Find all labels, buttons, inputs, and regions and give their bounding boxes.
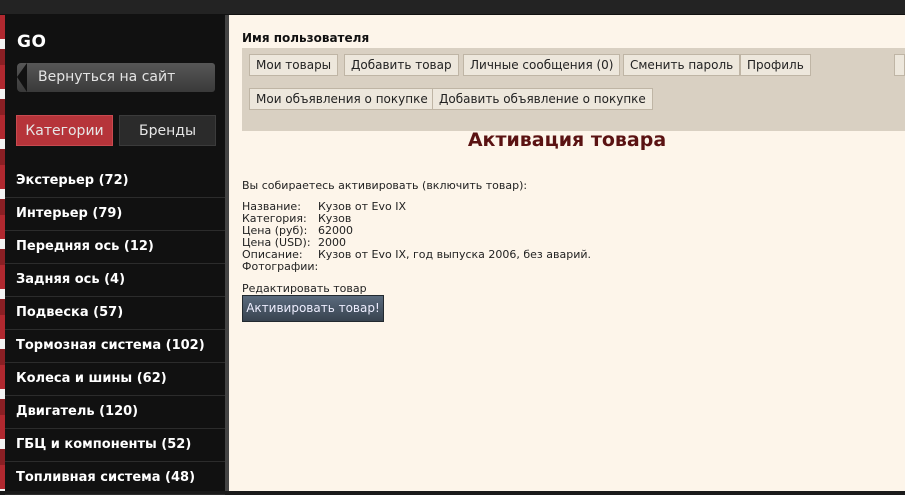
- category-item-cylinder-head[interactable]: ГБЦ и компоненты (52): [5, 429, 225, 462]
- category-item-brakes[interactable]: Тормозная система (102): [5, 330, 225, 363]
- category-item-interior[interactable]: Интерьер (79): [5, 198, 225, 231]
- category-item-front-axle[interactable]: Передняя ось (12): [5, 231, 225, 264]
- tab-categories[interactable]: Категории: [16, 115, 113, 146]
- category-item-engine[interactable]: Двигатель (120): [5, 396, 225, 429]
- field-photos-label: Фотографии:: [242, 260, 319, 273]
- site-logo: GO: [17, 32, 47, 52]
- user-menu: Мои товары Добавить товар Личные сообщен…: [242, 48, 905, 131]
- main-content: Имя пользователя Мои товары Добавить тов…: [229, 15, 905, 491]
- field-description-value: Кузов от Evo IX, год выпуска 2006, без а…: [318, 248, 592, 261]
- back-arrow-icon: [17, 63, 27, 92]
- edit-product-link[interactable]: Редактировать товар: [242, 282, 367, 295]
- back-to-site-button[interactable]: Вернуться на сайт: [17, 63, 215, 92]
- field-photos: Фотографии:: [242, 261, 318, 273]
- category-item-exterior[interactable]: Экстерьер (72): [5, 165, 225, 198]
- add-product-button[interactable]: Добавить товар: [344, 54, 459, 76]
- my-purchase-ads-button[interactable]: Мои объявления о покупке: [249, 88, 435, 110]
- user-title: Имя пользователя: [242, 31, 370, 45]
- top-bar: [0, 0, 905, 15]
- private-messages-button[interactable]: Личные сообщения (0): [463, 54, 621, 76]
- sidebar: GO Вернуться на сайт Категории Бренды Эк…: [5, 15, 225, 495]
- intro-text: Вы собираетесь активировать (включить то…: [242, 179, 528, 192]
- activate-product-button[interactable]: Активировать товар!: [242, 295, 384, 322]
- category-item-rear-axle[interactable]: Задняя ось (4): [5, 264, 225, 297]
- category-list: Экстерьер (72) Интерьер (79) Передняя ос…: [5, 165, 225, 495]
- my-products-button[interactable]: Мои товары: [249, 54, 339, 76]
- category-item-wheels-tires[interactable]: Колеса и шины (62): [5, 363, 225, 396]
- menu-overflow-button[interactable]: [894, 54, 905, 76]
- add-purchase-ad-button[interactable]: Добавить объявление о покупке: [432, 88, 653, 110]
- change-password-button[interactable]: Сменить пароль: [623, 54, 741, 76]
- category-item-suspension[interactable]: Подвеска (57): [5, 297, 225, 330]
- category-item-fuel-system[interactable]: Топливная система (48): [5, 462, 225, 495]
- page-title: Активация товара: [467, 129, 667, 151]
- profile-button[interactable]: Профиль: [740, 54, 811, 76]
- back-to-site-label: Вернуться на сайт: [38, 69, 176, 85]
- tab-brands[interactable]: Бренды: [119, 115, 216, 146]
